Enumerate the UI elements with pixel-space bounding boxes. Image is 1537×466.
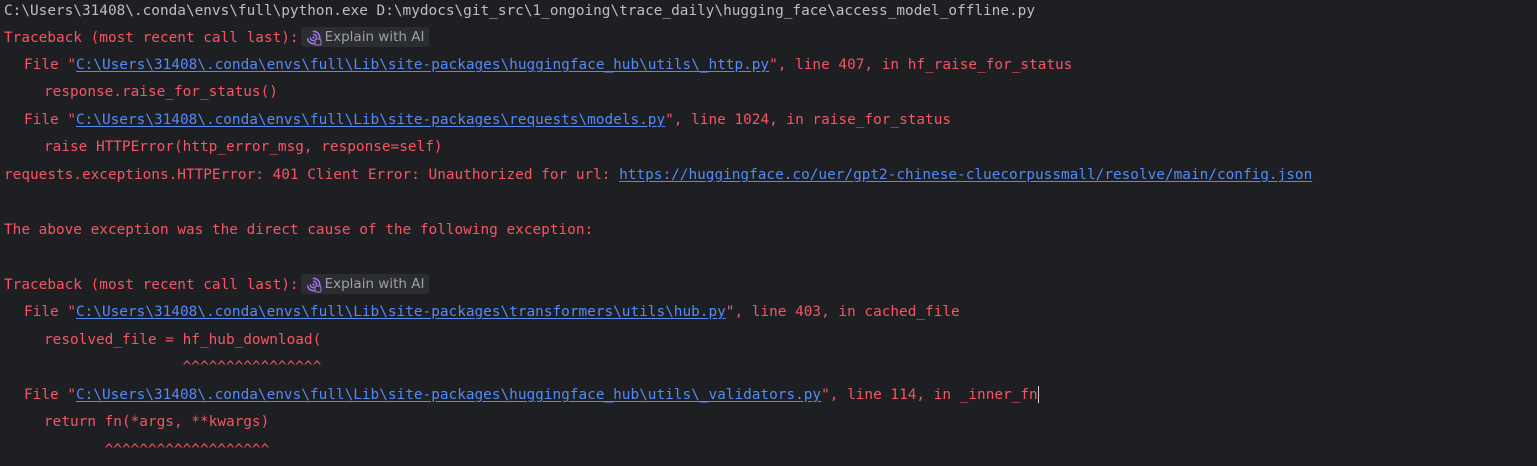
frame-location: ", line 407, in hf_raise_for_status <box>769 57 1073 73</box>
traceback-frame-line: File "C:\Users\31408\.conda\envs\full\Li… <box>4 54 1072 76</box>
file-path-link[interactable]: C:\Users\31408\.conda\envs\full\Lib\site… <box>76 387 821 403</box>
exception-cause-text: The above exception was the direct cause… <box>4 222 594 238</box>
file-path-link[interactable]: C:\Users\31408\.conda\envs\full\Lib\site… <box>76 304 726 320</box>
code-text: response.raise_for_status() <box>44 84 278 100</box>
exception-message: requests.exceptions.HTTPError: 401 Clien… <box>4 167 620 183</box>
traceback-code-line: resolved_file = hf_hub_download( <box>4 329 321 351</box>
explain-with-ai-label: Explain with AI <box>324 276 425 292</box>
text-cursor <box>1037 385 1039 403</box>
caret-markers: ^^^^^^^^^^^^^^^^ <box>44 359 322 375</box>
file-path-link[interactable]: C:\Users\31408\.conda\envs\full\Lib\site… <box>76 57 769 73</box>
ai-spiral-icon <box>306 277 322 292</box>
traceback-code-line: return fn(*args, **kwargs) <box>4 411 269 433</box>
run-command-text: C:\Users\31408\.conda\envs\full\python.e… <box>4 3 1036 19</box>
explain-with-ai-button[interactable]: Explain with AI <box>300 274 430 294</box>
explain-with-ai-button[interactable]: Explain with AI <box>300 27 430 47</box>
explain-with-ai-label: Explain with AI <box>324 29 425 45</box>
exception-cause-line: The above exception was the direct cause… <box>4 219 593 241</box>
file-prefix: File " <box>24 387 76 403</box>
traceback-frame-line: File "C:\Users\31408\.conda\envs\full\Li… <box>4 301 960 323</box>
file-prefix: File " <box>24 304 76 320</box>
traceback-caret-line: ^^^^^^^^^^^^^^^^^^^ <box>4 439 270 461</box>
traceback-caret-line: ^^^^^^^^^^^^^^^^ <box>4 356 322 378</box>
traceback-frame-line: File "C:\Users\31408\.conda\envs\full\Li… <box>4 109 951 131</box>
traceback-header-2: Traceback (most recent call last): Explai… <box>4 274 430 296</box>
code-text: resolved_file = hf_hub_download( <box>44 332 322 348</box>
frame-location: ", line 114, in _inner_fn <box>821 387 1038 403</box>
run-console-output: C:\Users\31408\.conda\envs\full\python.e… <box>0 0 1537 466</box>
traceback-code-line: raise HTTPError(http_error_msg, response… <box>4 136 443 158</box>
run-command-line: C:\Users\31408\.conda\envs\full\python.e… <box>4 0 1035 22</box>
exception-message-line: requests.exceptions.HTTPError: 401 Clien… <box>4 164 1312 186</box>
code-text: return fn(*args, **kwargs) <box>44 414 270 430</box>
ai-spiral-icon <box>306 30 322 45</box>
file-path-link[interactable]: C:\Users\31408\.conda\envs\full\Lib\site… <box>76 112 665 128</box>
traceback-header-1: Traceback (most recent call last): Explai… <box>4 27 430 49</box>
code-text: raise HTTPError(http_error_msg, response… <box>44 139 443 155</box>
error-url-link[interactable]: https://huggingface.co/uer/gpt2-chinese-… <box>619 167 1312 183</box>
traceback-code-line: response.raise_for_status() <box>4 81 278 103</box>
caret-markers: ^^^^^^^^^^^^^^^^^^^ <box>44 442 270 458</box>
frame-location: ", line 403, in cached_file <box>725 304 960 320</box>
frame-location: ", line 1024, in raise_for_status <box>665 112 952 128</box>
file-prefix: File " <box>24 112 76 128</box>
traceback-header-text: Traceback (most recent call last): <box>4 277 299 293</box>
traceback-frame-line: File "C:\Users\31408\.conda\envs\full\Li… <box>4 384 1039 406</box>
file-prefix: File " <box>24 57 76 73</box>
traceback-header-text: Traceback (most recent call last): <box>4 30 299 46</box>
